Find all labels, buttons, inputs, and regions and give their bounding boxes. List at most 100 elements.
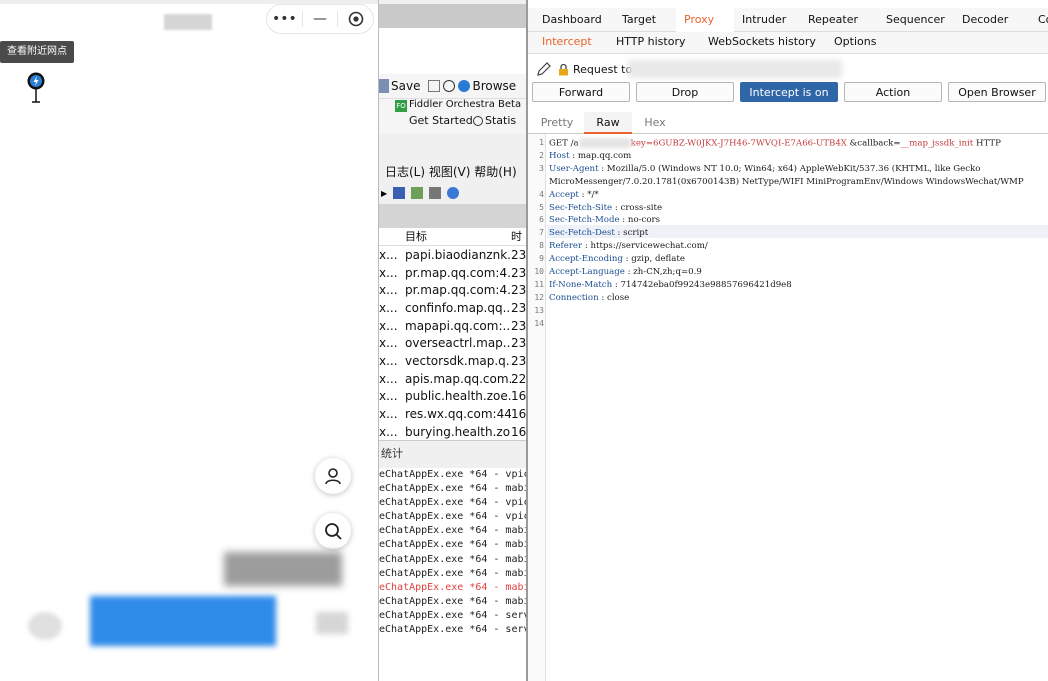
export-icon[interactable] [411, 187, 424, 199]
view-tab-hex[interactable]: Hex [632, 112, 678, 134]
action-button[interactable]: Action [844, 82, 942, 102]
lock-icon [559, 63, 568, 75]
header-name: Connection [549, 292, 599, 303]
fiddler-menubar[interactable]: 日志(L) 视图(V) 帮助(H) [379, 162, 526, 182]
session-row[interactable]: x... vectorsdk.map.q... 23 [379, 352, 526, 370]
tab-get-started[interactable]: Get Started [409, 114, 473, 127]
forward-button[interactable]: Forward [532, 82, 630, 102]
line-number: 13 [534, 305, 544, 315]
header-line: Sec-Fetch-Site : cross-site [549, 203, 662, 213]
tab-statistics[interactable]: Statis [485, 114, 516, 127]
main-tab-dashboard[interactable]: Dashboard [528, 8, 614, 32]
session-time: 16 [511, 424, 526, 439]
open-browser-button[interactable]: Open Browser [948, 82, 1046, 102]
column-header-host[interactable]: 目标 [403, 228, 511, 245]
fiddler-panel-divider [379, 204, 526, 228]
log-line[interactable]: eChatAppEx.exe *64 - vpic [379, 496, 526, 510]
log-line[interactable]: eChatAppEx.exe *64 - mabi [379, 595, 526, 609]
header-value: MicroMessenger/7.0.20.1781(0x6700143B) N… [549, 176, 1024, 187]
raw-request-editor[interactable]: 1 2 3 4 5 6 7 8 9 10 11 12 13 14 GET /a key=6GUBZ-W0JK… [528, 134, 1048, 681]
close-miniprogram-button[interactable] [338, 5, 373, 33]
proxy-subtab-http-history[interactable]: HTTP history [602, 32, 694, 54]
minimize-button[interactable]: — [303, 5, 338, 33]
save-button[interactable]: Save [391, 79, 420, 93]
print-icon[interactable] [429, 187, 442, 199]
main-tab-proxy[interactable]: Proxy [676, 8, 734, 32]
session-process: x... [379, 283, 398, 298]
drop-button[interactable]: Drop [636, 82, 734, 102]
session-row[interactable]: x... mapapi.qq.com:... 23 [379, 317, 526, 335]
session-host: pr.map.qq.com:4... [405, 283, 511, 298]
session-host: overseactrl.map.... [405, 336, 511, 351]
tab-fiddler-orchestra[interactable]: Fiddler Orchestra Beta [409, 99, 521, 110]
intercept-toggle-button[interactable]: Intercept is on [740, 82, 838, 102]
log-line[interactable]: eChatAppEx.exe *64 - mabi [379, 567, 526, 581]
session-row[interactable]: x... pr.map.qq.com:4... 23 [379, 281, 526, 299]
log-line[interactable]: eChatAppEx.exe *64 - mabi [379, 538, 526, 552]
replay-icon[interactable] [379, 79, 389, 93]
clear-cache-icon[interactable] [428, 80, 441, 92]
main-tab-co[interactable]: Co [1030, 8, 1048, 32]
main-tab-sequencer[interactable]: Sequencer [878, 8, 954, 32]
query-key: key=6GUBZ-W0JKX-J7H46-7WVQI-E7A66-UTB4X [630, 138, 847, 149]
main-tab-decoder[interactable]: Decoder [954, 8, 1030, 32]
session-row[interactable]: x... pr.map.qq.com:4... 23 [379, 264, 526, 282]
fiddler-window: Save Browse FO Fiddler Orchestra Beta Ge… [378, 0, 526, 681]
log-line[interactable]: eChatAppEx.exe *64 - mabi [379, 524, 526, 538]
user-location-button[interactable] [315, 458, 351, 494]
burp-main-tabs: Dashboard Target Proxy Intruder Repeater Sequ… [528, 8, 1048, 32]
session-row[interactable]: x... burying.health.zo... 16 [379, 423, 526, 441]
main-tab-intruder[interactable]: Intruder [734, 8, 800, 32]
nearby-outlets-tooltip[interactable]: 查看附近网点 [0, 41, 74, 63]
session-row[interactable]: x... public.health.zoe... 16 [379, 388, 526, 406]
proxy-subtab-websockets-history[interactable]: WebSockets history [694, 32, 820, 54]
session-host: burying.health.zo... [405, 424, 511, 439]
log-line[interactable]: eChatAppEx.exe *64 - mabi [379, 553, 526, 567]
log-line[interactable]: eChatAppEx.exe *64 - mabi [379, 482, 526, 496]
session-process: x... [379, 389, 398, 404]
help-icon[interactable] [447, 187, 460, 199]
log-line[interactable]: eChatAppEx.exe *64 - serv [379, 623, 526, 637]
session-row[interactable]: x... papi.biaodianznk... 23 [379, 246, 526, 264]
main-tab-target[interactable]: Target [614, 8, 676, 32]
session-list-header: 目标 时 [379, 228, 526, 246]
header-line: User-Agent : Mozilla/5.0 (Windows NT 10.… [549, 164, 980, 174]
browse-globe-icon[interactable] [458, 80, 471, 92]
column-header[interactable] [379, 228, 403, 245]
view-tab-pretty[interactable]: Pretty [530, 112, 584, 134]
timer-icon[interactable] [443, 80, 456, 92]
pencil-icon[interactable] [536, 61, 552, 77]
more-button[interactable]: ••• [267, 5, 302, 33]
search-button[interactable] [315, 513, 351, 549]
header-line: Accept-Language : zh-CN,zh;q=0.9 [549, 267, 702, 277]
line-number: 7 [539, 228, 544, 238]
line-number: 1 [539, 138, 544, 147]
proxy-subtab-intercept[interactable]: Intercept [528, 32, 602, 54]
browse-button[interactable]: Browse [472, 79, 516, 93]
session-time: 23 [511, 353, 526, 368]
session-row[interactable]: x... res.wx.qq.com:443 16 [379, 405, 526, 423]
save-icon[interactable] [393, 187, 406, 199]
header-separator: : [624, 267, 634, 277]
fiddler-icon-toolbar: ▶ [379, 182, 526, 204]
main-tab-repeater[interactable]: Repeater [800, 8, 878, 32]
proxy-subtab-options[interactable]: Options [820, 32, 880, 54]
header-name: Host [549, 150, 570, 161]
blurred-region [28, 612, 62, 640]
log-line[interactable]: eChatAppEx.exe *64 - vpic [379, 468, 526, 482]
column-header-time[interactable]: 时 [511, 228, 526, 245]
session-row[interactable]: x... confinfo.map.qq.... 23 [379, 299, 526, 317]
header-name: Sec-Fetch-Site [549, 202, 613, 213]
map-pin-icon[interactable] [26, 72, 46, 104]
log-line[interactable]: eChatAppEx.exe *64 - vpic [379, 510, 526, 524]
fiddler-titlebar [379, 4, 526, 28]
header-separator: : [622, 254, 632, 265]
header-value: script [623, 228, 649, 239]
log-line[interactable]: eChatAppEx.exe *64 - mabi [379, 581, 526, 595]
dropdown-arrow-icon[interactable]: ▶ [381, 189, 387, 198]
header-value: gzip, deflate [631, 254, 685, 265]
log-line[interactable]: eChatAppEx.exe *64 - serv [379, 609, 526, 623]
session-row[interactable]: x... overseactrl.map.... 23 [379, 334, 526, 352]
session-row[interactable]: x... apis.map.qq.com... 22 [379, 370, 526, 388]
view-tab-raw[interactable]: Raw [584, 112, 632, 134]
